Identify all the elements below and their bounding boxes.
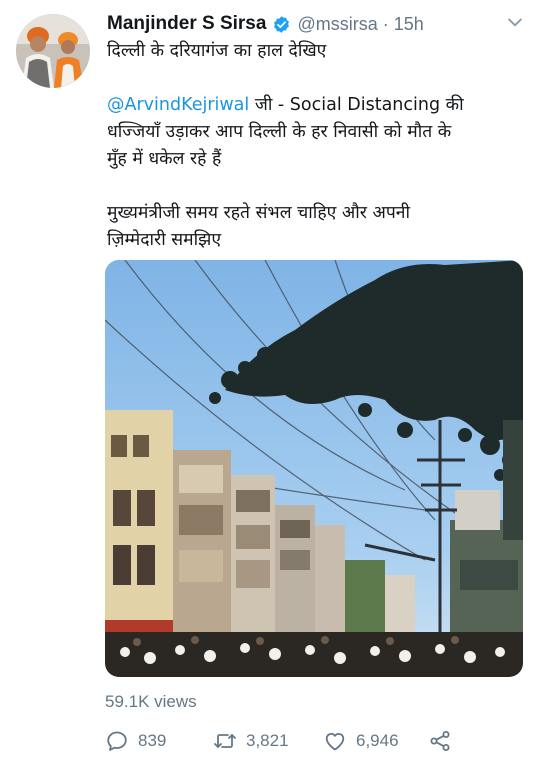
verified-badge-icon (274, 15, 290, 33)
share-icon (430, 731, 450, 751)
heart-icon (325, 733, 345, 751)
retweet-button[interactable]: 3,821 (213, 726, 289, 756)
chevron-down-icon[interactable] (505, 12, 525, 32)
reply-count: 839 (138, 731, 167, 750)
author-avatar[interactable] (16, 14, 90, 88)
separator-dot: · (382, 13, 389, 34)
reply-button[interactable]: 839 (105, 726, 166, 756)
tweet-line-text: जी - Social Distancing की (249, 95, 464, 115)
crowd-icon (105, 632, 523, 677)
view-count: 59.1K views (105, 692, 197, 711)
tweet-line: मुख्यमंत्रीजी समय रहते संभल चाहिए और अपन… (107, 203, 411, 223)
like-count: 6,946 (356, 731, 399, 750)
tweet-line: दिल्ली के दरियागंज का हाल देखिए (107, 41, 327, 61)
tweet-line: धज्जियाँ उड़ाकर आप दिल्ली के हर निवासी क… (107, 122, 452, 142)
reply-icon (107, 731, 127, 751)
retweet-count: 3,821 (246, 731, 289, 750)
tweet-actions: 839 3,821 6,946 (105, 726, 525, 756)
tweet-header: Manjinder S Sirsa @mssirsa · 15h (107, 12, 499, 36)
mention-link[interactable]: @ArvindKejriwal (107, 95, 249, 115)
share-button[interactable] (428, 726, 452, 756)
tweet-line: ज़िम्मेदारी समझिए (107, 230, 222, 250)
like-button[interactable]: 6,946 (323, 726, 399, 756)
tweet-text: दिल्ली के दरियागंज का हाल देखिए @ArvindK… (107, 38, 517, 254)
author-handle[interactable]: @mssirsa (297, 14, 377, 35)
timestamp[interactable]: 15h (394, 14, 424, 35)
tweet-line: @ArvindKejriwal जी - Social Distancing क… (107, 92, 517, 119)
tweet-video[interactable] (105, 260, 523, 677)
tweet-line: मुँह में धकेल रहे हैं (107, 149, 222, 169)
retweet-icon (214, 734, 236, 748)
author-name[interactable]: Manjinder S Sirsa (107, 13, 266, 35)
